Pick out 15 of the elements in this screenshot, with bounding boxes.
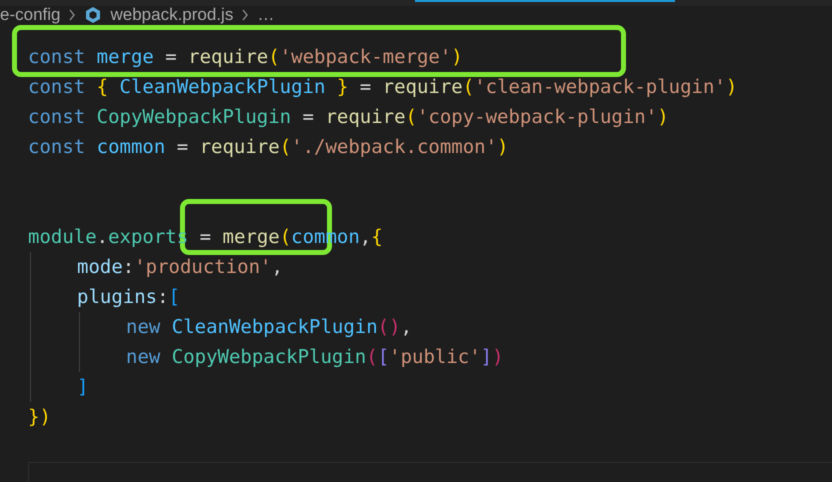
chevron-icon	[241, 9, 250, 21]
code-line: const CopyWebpackPlugin = require('copy-webpack-plugin')	[28, 105, 669, 130]
code-line: mode:'production',	[77, 255, 283, 280]
code-line: new CleanWebpackPlugin(),	[126, 315, 412, 340]
code-line: const { CleanWebpackPlugin } = require('clean-webpack-plugin')	[28, 75, 738, 100]
breadcrumb-item[interactable]: webpack.prod.js	[110, 6, 234, 24]
code-line: })	[28, 405, 51, 430]
code-line: ]	[77, 375, 88, 400]
code-line: plugins:[	[77, 285, 180, 310]
code-line: const merge = require('webpack-merge')	[28, 45, 463, 70]
breadcrumb-item[interactable]: e-config	[0, 6, 60, 24]
code-line: const common = require('./webpack.common')	[28, 135, 508, 160]
code-line: new CopyWebpackPlugin(['public'])	[126, 345, 504, 370]
more-crumb[interactable]: …	[257, 6, 274, 24]
chevron-icon	[68, 9, 76, 21]
